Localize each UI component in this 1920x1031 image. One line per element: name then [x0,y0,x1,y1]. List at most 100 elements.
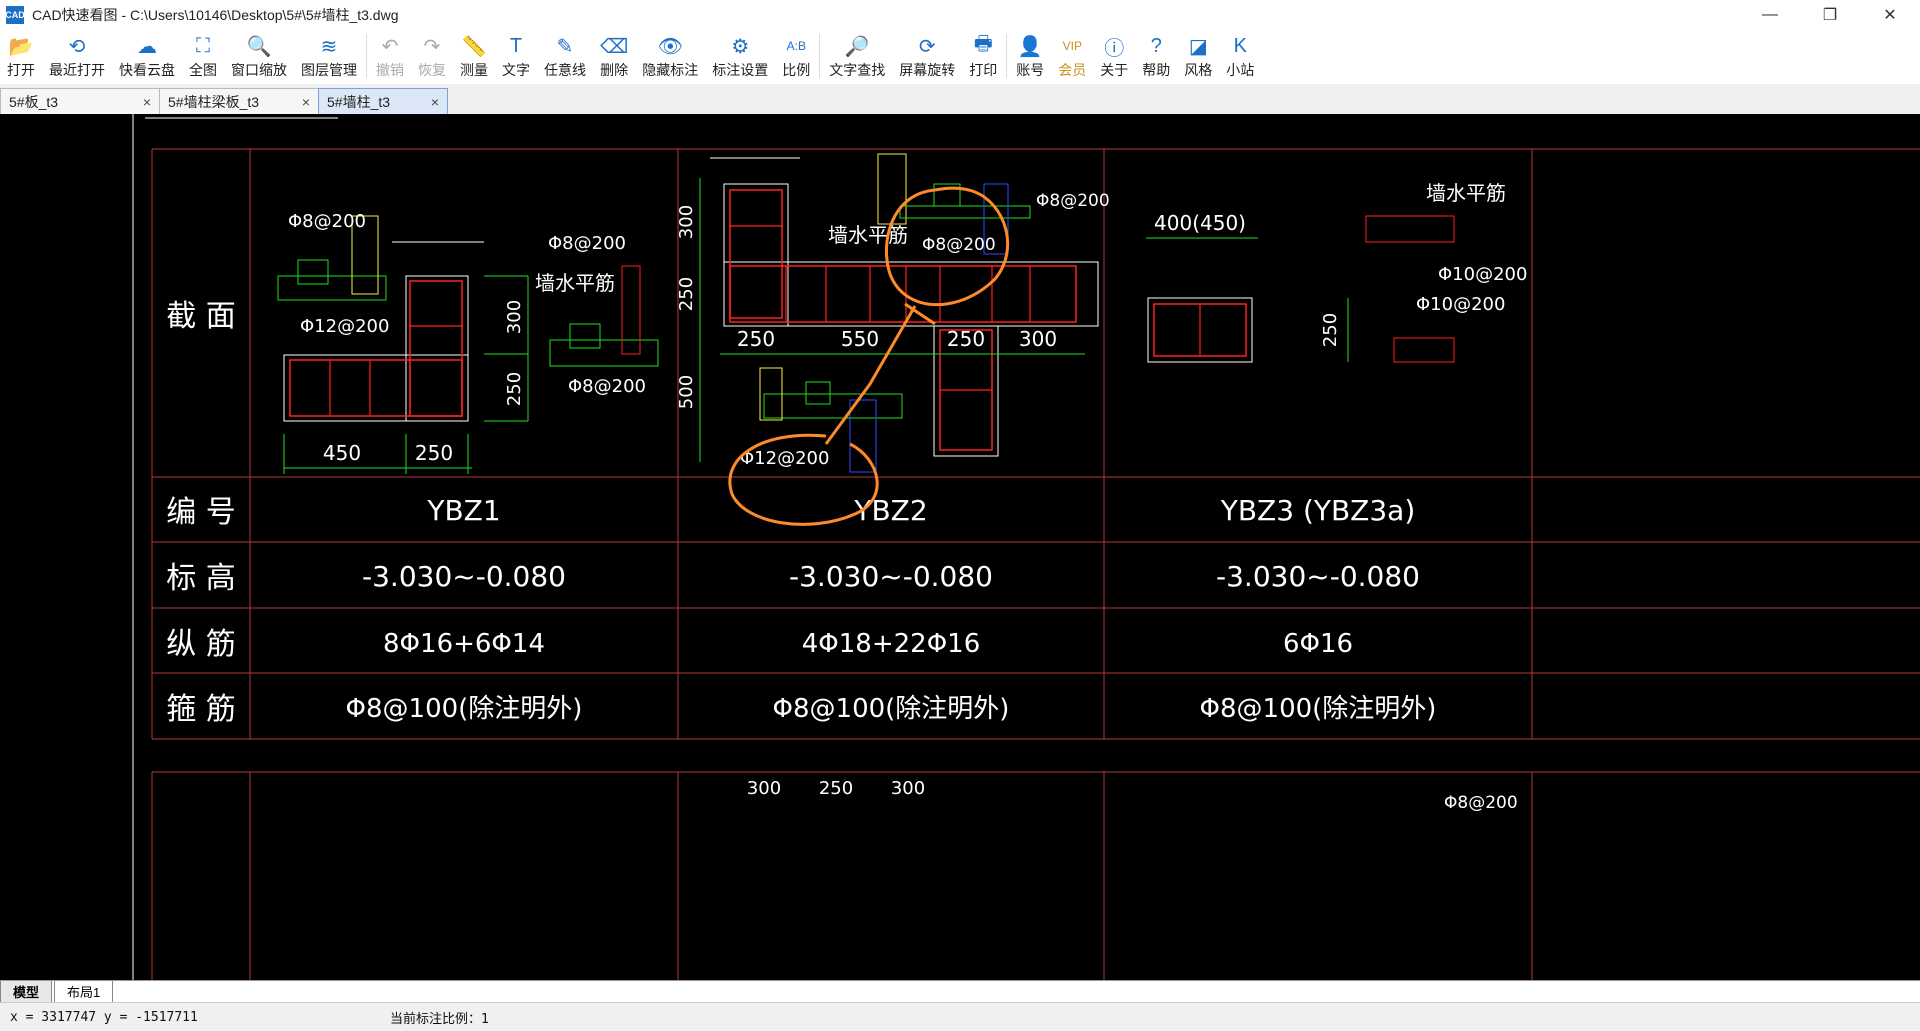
close-window-button[interactable]: ✕ [1860,0,1920,30]
toolbar-separator [366,34,367,78]
scale-label: 比例 [782,62,811,78]
tab-1[interactable]: 5#板_t3 × [0,88,160,114]
minimize-button[interactable]: — [1740,0,1800,30]
toolbar-separator [1006,34,1008,78]
site-button[interactable]: K 小站 [1219,30,1261,80]
history-icon: ⟲ [68,35,86,58]
print-label: 打印 [969,62,998,78]
ybz1-dim-v2: 250 [504,372,525,406]
site-label: 小站 [1226,62,1255,78]
fullview-label: 全图 [189,62,217,78]
open-button[interactable]: 📂 打开 [0,30,42,80]
ybz2-label-mid: Φ8@200 [922,235,996,255]
findtext-button[interactable]: 🔎 文字查找 [822,30,892,80]
ybz2-yellow-top [877,153,907,225]
redo-label: 恢复 [418,62,446,78]
marksettings-button[interactable]: ⚙ 标注设置 [705,30,775,80]
ybz1-dim-v1: 300 [504,300,525,334]
ybz2-outline-h [723,261,1099,327]
fullview-button[interactable]: ⛶ 全图 [182,30,224,80]
row-header-0: 截 面 [166,299,236,334]
text-button[interactable]: T 文字 [495,30,537,80]
restore-button[interactable]: ❐ [1800,0,1860,30]
ruler-icon: 📏 [461,35,487,58]
recent-button[interactable]: ⟲ 最近打开 [42,30,112,80]
vip-button[interactable]: VIP 会员 [1051,30,1093,80]
column-elevation-0: -3.030~-0.080 [362,560,566,593]
ybz2-dim-v2: 250 [676,277,697,311]
undo-label: 撤销 [376,62,404,78]
ybz3-dim-v: 250 [1320,313,1341,347]
ybz3-width: 400(450) [1154,211,1246,235]
ybz2-dim-h4: 300 [1019,327,1057,351]
about-label: 关于 [1100,62,1129,78]
rotate-button[interactable]: ⟳ 屏幕旋转 [892,30,962,80]
undo-icon: ↶ [381,35,399,58]
layout-tab-2[interactable]: 布局1 [54,981,114,1003]
next-tie: Φ8@200 [1444,793,1518,813]
ybz2-dim-v1: 300 [676,205,697,239]
print-button[interactable]: 🖶 打印 [962,30,1004,80]
ybz1-wall-label: 墙水平筋 [535,271,615,295]
delete-button[interactable]: ⌫ 删除 [593,30,635,80]
info-icon: ⓘ [1104,37,1125,60]
row-header-2: 标 高 [166,561,236,596]
toolbar-separator [819,34,821,78]
ybz2-green-top [899,205,1031,219]
column-long-bars-1: 4Φ18+22Φ16 [802,629,981,659]
ybz2-wall-label: 墙水平筋 [828,223,908,247]
ybz2-dim-h1: 250 [737,327,775,351]
layout-tab-1[interactable]: 模型 [0,981,53,1003]
measure-label: 测量 [460,62,488,78]
ybz3-wall-label: 墙水平筋 [1426,181,1506,205]
scale-button[interactable]: A:B 比例 [775,30,817,80]
ybz1-dim-h2: 250 [415,441,453,465]
redo-button[interactable]: ↷ 恢复 [411,30,453,80]
freeline-button[interactable]: ✎ 任意线 [537,30,593,80]
tab-2[interactable]: 5#墙柱梁板_t3 × [159,88,319,114]
account-label: 账号 [1016,62,1045,78]
pen-icon: ✎ [556,35,574,58]
document-tabs: 5#板_t3 × 5#墙柱梁板_t3 × 5#墙柱_t3 × [0,84,1920,115]
layers-button[interactable]: ≋ 图层管理 [294,30,364,80]
tab-label: 5#板_t3 [9,93,59,110]
measure-button[interactable]: 📏 测量 [453,30,495,80]
zoom-window-icon: 🔍 [246,35,272,58]
ybz1-rebar-h [289,359,463,417]
coordinate-readout: x = 3317747 y = -1517711 [10,1009,198,1025]
tab-close-icon[interactable]: × [431,94,439,110]
text-icon: T [509,34,523,57]
column-id-2: YBZ3 (YBZ3a) [1220,494,1416,527]
ybz1-right-red [621,265,641,355]
help-button[interactable]: ? 帮助 [1135,30,1177,80]
window-title: CAD快速看图 - C:\Users\10146\Desktop\5#\5#墙柱… [32,7,399,23]
next-dim-2: 250 [819,778,853,799]
tab-close-icon[interactable]: × [302,94,310,110]
ybz1-label-top: Φ8@200 [288,211,366,232]
tab-label: 5#墙柱梁板_t3 [168,93,260,110]
tab-3[interactable]: 5#墙柱_t3 × [318,88,448,114]
column-elevation-1: -3.030~-0.080 [789,560,993,593]
find-text-icon: 🔎 [844,35,870,58]
undo-button[interactable]: ↶ 撤销 [369,30,411,80]
row-header-1: 编 号 [166,495,236,530]
drawing-canvas[interactable]: 剪力墙柱表本工程未采用剪力墙柱，钢筋计算结果构件构造配筋的构造做法。截 面编 号… [0,114,1920,980]
hidemark-button[interactable]: 👁 隐藏标注 [635,30,705,80]
account-button[interactable]: 👤 账号 [1009,30,1051,80]
ybz1-label-bottom: Φ12@200 [300,316,389,337]
vip-label: 会员 [1058,62,1087,78]
gear-icon: ⚙ [731,35,750,58]
column-long-bars-2: 6Φ16 [1283,629,1353,659]
winzoom-button[interactable]: 🔍 窗口缩放 [224,30,294,80]
layout-tabs: 模型 布局1 [0,980,1920,1003]
user-icon: 👤 [1017,35,1043,58]
column-id-1: YBZ2 [853,494,927,527]
style-button[interactable]: ◪ 风格 [1177,30,1219,80]
delete-label: 删除 [600,62,629,78]
rotate-icon: ⟳ [918,35,936,58]
about-button[interactable]: ⓘ 关于 [1093,30,1135,80]
next-dim-1: 300 [747,778,781,799]
cloud-button[interactable]: ☁ 快看云盘 [112,30,182,80]
freeline-label: 任意线 [544,62,586,78]
tab-close-icon[interactable]: × [143,94,151,110]
